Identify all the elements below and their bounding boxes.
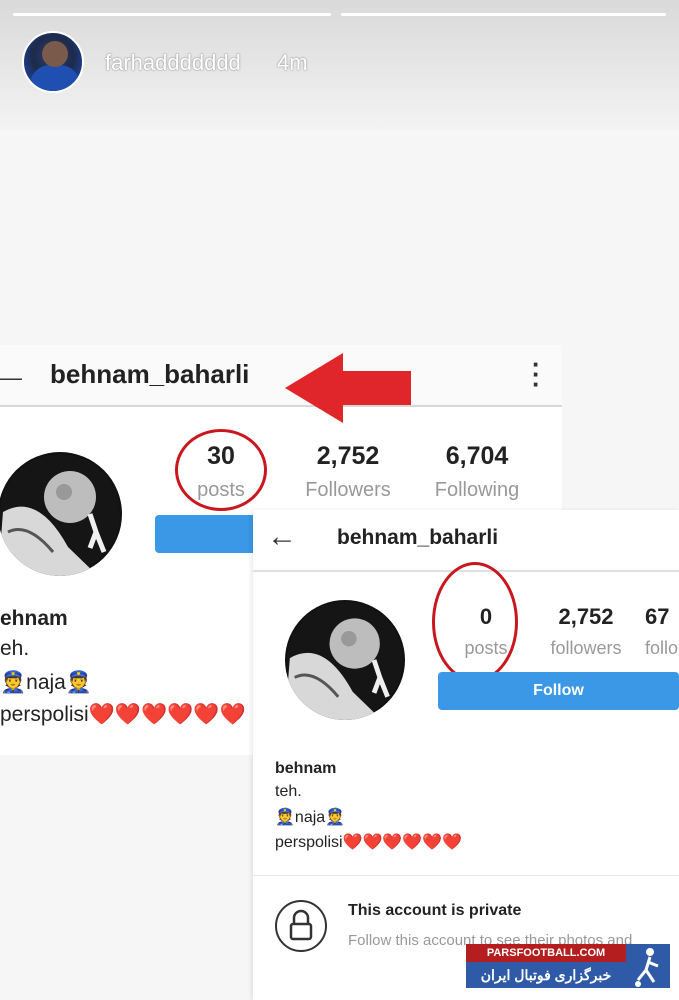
stat-followers[interactable]: 2,752 followers [541,604,631,659]
profile-header-bar: — behnam_baharli · · · [0,345,562,407]
story-progress-segment-2 [341,13,666,16]
bio-line-1: eh. [0,637,30,660]
profile-username: behnam_baharli [337,526,499,549]
highlight-circle [175,429,267,511]
more-options-icon[interactable]: · · · [532,351,541,397]
back-arrow-icon[interactable]: — [0,365,22,391]
watermark-logo: PARSFOOTBALL.COM خبرگزاری فوتبال ایران [466,944,674,994]
stat-followers-label: Followers [305,479,391,501]
stat-followers[interactable]: 2,752 Followers [298,442,398,502]
red-arrow-icon [285,353,411,423]
divider [253,875,679,876]
bio-line-2: 👮naja👮 [275,809,346,826]
bio-name: behnam [275,760,337,777]
bio-line-1: teh. [275,783,302,800]
story-progress-segment-1 [13,13,331,16]
back-arrow-icon[interactable]: ← [267,520,297,554]
story-header: farhaddddddd 4m [0,0,679,130]
profile-avatar[interactable] [0,452,122,576]
football-player-icon [626,944,670,988]
stat-followers-label: followers [550,638,622,658]
story-timestamp: 4m [277,50,308,75]
follow-button[interactable]: Follow [438,672,679,710]
bio-name: ehnam [0,607,68,630]
private-account-title: This account is private [348,902,522,919]
stat-followers-value: 2,752 [316,442,380,470]
story-username[interactable]: farhaddddddd [105,50,241,76]
watermark-tagline: خبرگزاری فوتبال ایران [466,962,626,988]
bio-line-3: perspolisi❤️❤️❤️❤️❤️❤️ [275,834,463,851]
highlight-circle [432,562,518,682]
watermark-site: PARSFOOTBALL.COM [466,944,626,962]
bio-line-2: 👮naja👮 [0,671,92,694]
lock-icon [275,900,327,952]
story-avatar[interactable] [22,31,84,93]
stat-following-value: 6,704 [445,442,509,470]
stat-following-label: Following [434,479,520,501]
stat-following[interactable]: 6,704 Following [425,442,529,502]
bio-line-3: perspolisi❤️❤️❤️❤️❤️❤️ [0,703,246,726]
stat-following-label: follo [645,638,679,658]
profile-username: behnam_baharli [50,359,250,389]
profile-screenshot-2: ← behnam_baharli 0 posts 2,752 followers… [253,510,679,1000]
profile-avatar[interactable] [285,600,405,720]
stat-following-value: 67 [645,604,670,629]
stat-following[interactable]: 67 follo [645,604,679,659]
stat-followers-value: 2,752 [558,604,614,629]
